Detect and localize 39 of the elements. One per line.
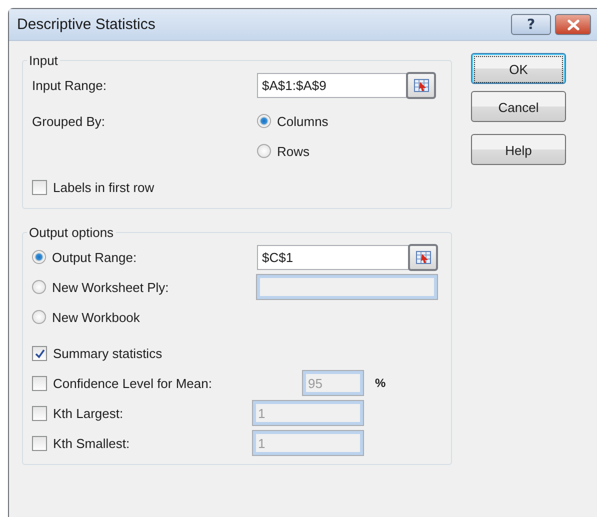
range-select-button[interactable] <box>406 72 436 98</box>
checkbox-label[interactable]: Labels in first row <box>53 180 154 194</box>
dialog-button[interactable]: Cancel <box>471 91 566 122</box>
field-label: Grouped By: <box>32 114 105 128</box>
radio-button[interactable] <box>257 114 271 128</box>
option-label[interactable]: Rows <box>277 144 310 158</box>
checkbox[interactable] <box>32 406 47 420</box>
checkbox[interactable] <box>32 376 47 390</box>
radio-button[interactable] <box>32 250 46 264</box>
help-button[interactable]: ? <box>511 14 551 35</box>
close-button[interactable] <box>555 14 591 35</box>
dialog-button[interactable]: Help <box>471 134 566 165</box>
text-field[interactable]: $A$1:$A$9 <box>257 72 407 98</box>
checkbox[interactable] <box>32 346 47 360</box>
checkbox-label[interactable]: Confidence Level for Mean: <box>53 376 212 390</box>
grid-arrow-icon <box>416 250 430 264</box>
option-label[interactable]: New Workbook <box>52 310 140 324</box>
text-field[interactable]: $C$1 <box>257 244 409 270</box>
checkbox[interactable] <box>32 180 47 194</box>
field-label: Input Range: <box>32 78 106 92</box>
radio-button[interactable] <box>257 144 271 158</box>
close-icon <box>566 18 580 30</box>
radio-button[interactable] <box>32 310 46 324</box>
option-label[interactable]: Output Range: <box>52 250 137 264</box>
unit-label: % <box>375 376 386 390</box>
checkbox-label[interactable]: Kth Largest: <box>53 406 124 420</box>
range-select-button[interactable] <box>408 244 438 270</box>
group-label: Output options <box>28 225 115 240</box>
window-title: Descriptive Statistics <box>17 16 156 33</box>
checkbox-label[interactable]: Summary statistics <box>53 346 162 360</box>
option-label[interactable]: New Worksheet Ply: <box>52 280 169 294</box>
checkbox-label[interactable]: Kth Smallest: <box>53 436 130 450</box>
option-label[interactable]: Columns <box>277 114 328 128</box>
checkbox[interactable] <box>32 436 47 450</box>
grid-arrow-icon <box>414 78 428 92</box>
dialog-button[interactable]: OK <box>471 53 566 84</box>
group-label: Input <box>28 53 59 68</box>
radio-button[interactable] <box>32 280 46 294</box>
checkmark-icon <box>34 348 46 358</box>
